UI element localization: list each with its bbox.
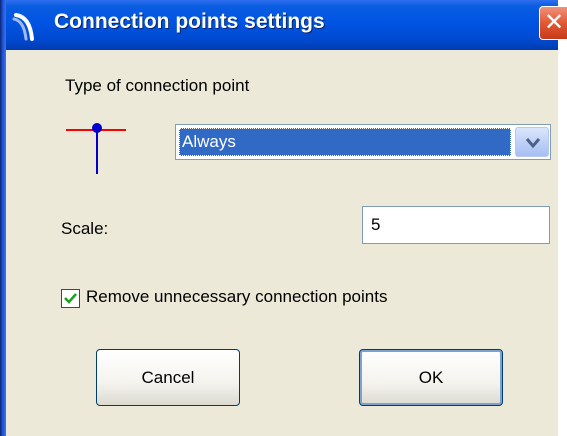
scale-input[interactable]: 5 (362, 206, 550, 244)
app-icon (12, 13, 34, 41)
cancel-button[interactable]: Cancel (96, 349, 240, 406)
connection-type-label: Type of connection point (65, 76, 250, 95)
ok-button[interactable]: OK (359, 349, 503, 406)
window-left-border (0, 0, 6, 436)
connection-type-selected-value[interactable]: Always (179, 128, 511, 156)
chevron-down-icon (525, 138, 541, 149)
checkmark-icon (64, 293, 77, 304)
remove-unnecessary-label[interactable]: Remove unnecessary connection points (86, 287, 387, 307)
dropdown-button[interactable] (515, 127, 549, 157)
connection-type-select[interactable]: Always (175, 124, 551, 160)
scale-label: Scale: (61, 219, 109, 238)
remove-unnecessary-checkbox[interactable] (61, 289, 80, 308)
title-bar[interactable]: Connection points settings (0, 0, 558, 50)
connection-point-icon (66, 123, 126, 174)
close-button[interactable]: ✕ (539, 6, 567, 40)
connection-points-dialog: Connection points settings Type of conne… (0, 0, 558, 436)
close-icon: ✕ (544, 8, 565, 36)
dialog-title: Connection points settings (54, 10, 325, 33)
